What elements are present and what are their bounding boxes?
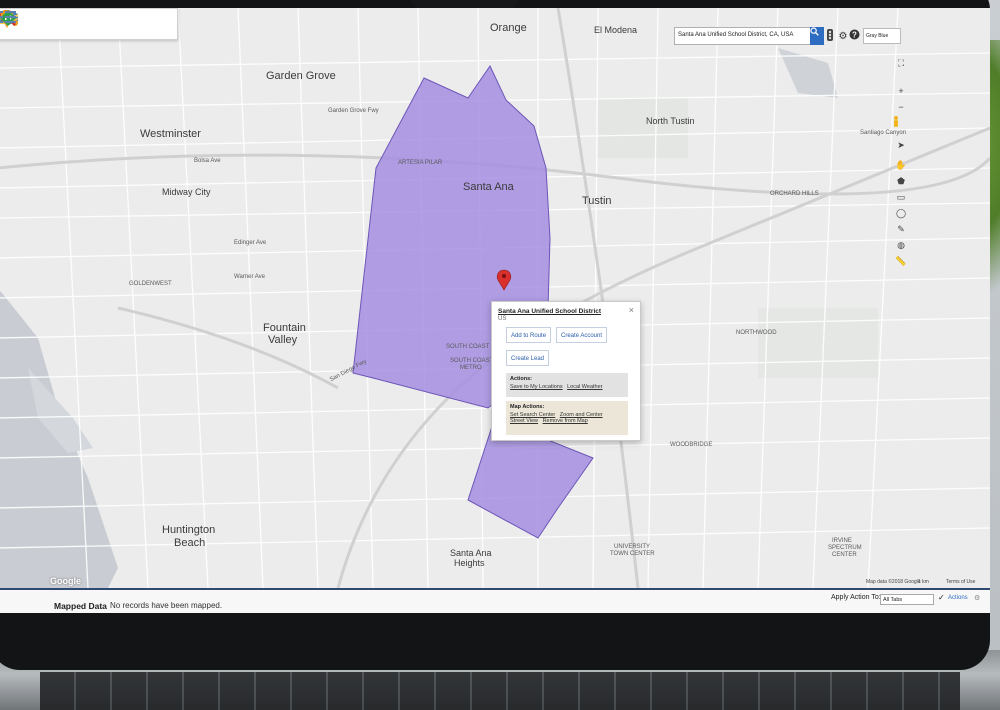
place-beach: Beach (174, 537, 206, 549)
map-toolbar (0, 8, 178, 40)
place-orchard-hills: ORCHARD HILLS (770, 191, 819, 197)
create-lead-button[interactable]: Create Lead (506, 350, 550, 366)
popup-close-icon[interactable]: × (629, 305, 634, 315)
laptop-bezel: Deloitte. (0, 0, 990, 670)
place-woodbridge: WOODBRIDGE (670, 442, 713, 448)
svg-text:?: ? (852, 30, 857, 39)
app-screen: Orange El Modena Garden Grove Westminste… (0, 8, 990, 613)
locate-me-icon[interactable]: ➤ (893, 138, 909, 152)
ruler-icon[interactable]: 📏 (893, 254, 909, 268)
polygon-draw-icon[interactable]: ⬟ (893, 174, 909, 188)
place-artesia-pilar: ARTESIA PILAR (398, 160, 443, 166)
street-warner: Warner Ave (234, 274, 266, 280)
create-account-button[interactable]: Create Account (556, 327, 608, 343)
popup-title[interactable]: Santa Ana Unified School District (498, 308, 634, 315)
street-bolsa: Bolsa Ave (194, 158, 221, 164)
zoom-out-button[interactable]: − (893, 100, 909, 114)
directions-icon[interactable] (0, 10, 147, 36)
apply-check-icon[interactable]: ✓ (938, 593, 945, 602)
place-goldenwest: GOLDENWEST (129, 281, 172, 287)
popup-map-actions-section: Map Actions: Set Search Center Zoom and … (506, 401, 628, 435)
save-to-my-locations-link[interactable]: Save to My Locations (510, 384, 563, 390)
place-irvine-spectrum-1: IRVINE (832, 538, 852, 544)
actions-header: Actions: (510, 376, 532, 382)
place-midway-city: Midway City (162, 187, 211, 197)
place-university-2: TOWN CENTER (610, 551, 655, 557)
place-el-modena: El Modena (594, 25, 638, 35)
place-garden-grove: Garden Grove (266, 70, 336, 82)
mapped-data-title: Mapped Data (54, 601, 107, 611)
map-data-attribution: Map data ©2018 Google (866, 579, 921, 585)
place-northwood: NORTHWOOD (736, 330, 777, 336)
help-icon[interactable]: ? (849, 29, 861, 43)
hand-pan-icon[interactable]: ✋ (893, 158, 909, 172)
globe-icon[interactable]: ◍ (893, 238, 909, 252)
place-south-coast-metro-1: SOUTH COAST (450, 358, 494, 364)
zoom-in-button[interactable]: + (893, 84, 909, 98)
mapped-data-message: No records have been mapped. (110, 601, 223, 610)
map-scale[interactable]: 1 km (918, 579, 929, 585)
place-santiago-canyon: Santiago Canyon (860, 130, 907, 136)
place-orange: Orange (490, 22, 527, 34)
layers-icon[interactable] (0, 10, 57, 36)
terms-of-use-link[interactable]: Terms of Use (946, 579, 975, 585)
rectangle-draw-icon[interactable]: ▭ (893, 190, 909, 204)
pegman-icon[interactable] (893, 116, 909, 130)
mapped-data-bar: Mapped Data No records have been mapped.… (0, 588, 990, 613)
place-fountain: Fountain (263, 322, 306, 334)
location-search-input[interactable]: Santa Ana Unified School District, CA, U… (674, 27, 820, 45)
map-canvas[interactable]: Orange El Modena Garden Grove Westminste… (0, 8, 990, 588)
local-weather-link[interactable]: Local Weather (567, 384, 602, 390)
apply-action-label: Apply Action To: (831, 594, 881, 601)
popup-actions-section: Actions: Save to My Locations Local Weat… (506, 373, 628, 397)
gear-icon[interactable]: ⚙ (837, 29, 849, 43)
location-info-popup: Santa Ana Unified School District US × A… (491, 301, 641, 441)
lasso-draw-icon[interactable]: ✎ (893, 222, 909, 236)
search-icon[interactable] (0, 9, 87, 36)
place-huntington: Huntington (162, 524, 216, 536)
actions-menu-link[interactable]: Actions (948, 595, 968, 601)
photo-scene: Deloitte. (0, 0, 1000, 710)
magnifier-icon (810, 27, 819, 36)
settings-small-icon[interactable]: ⚙ (974, 594, 980, 602)
place-tustin: Tustin (582, 195, 612, 207)
map-base-layer (0, 8, 990, 588)
basemap-select[interactable]: Gray Blue (863, 28, 901, 44)
remove-from-map-link[interactable]: Remove from Map (543, 418, 588, 424)
search-submit-button[interactable] (810, 27, 824, 45)
fullscreen-icon[interactable]: ⛶ (893, 56, 909, 70)
place-irvine-spectrum-2: SPECTRUM (828, 545, 862, 551)
list-icon[interactable] (0, 11, 177, 36)
pin-icon[interactable] (0, 10, 117, 36)
place-south-coast-metro-2: METRO (460, 365, 482, 371)
street-garden-grove-fwy: Garden Grove Fwy (328, 108, 379, 114)
place-south-coast: SOUTH COAST (446, 344, 490, 350)
keyboard (40, 672, 960, 710)
place-santa-ana: Santa Ana (463, 181, 514, 193)
google-logo: Google (50, 576, 81, 586)
street-view-link[interactable]: Street View (510, 418, 538, 424)
place-valley: Valley (268, 334, 298, 346)
map-actions-header: Map Actions: (510, 404, 545, 410)
apply-action-select[interactable]: All Tabs (880, 594, 934, 605)
place-santa-ana-heights-1: Santa Ana (450, 548, 492, 558)
circle-draw-icon[interactable]: ◯ (893, 206, 909, 220)
popup-subtitle: US (498, 316, 507, 322)
place-santa-ana-heights-2: Heights (454, 558, 485, 568)
street-edinger: Edinger Ave (234, 240, 267, 246)
place-north-tustin: North Tustin (646, 116, 695, 126)
place-university-1: UNIVERSITY (614, 544, 651, 550)
place-westminster: Westminster (140, 128, 201, 140)
add-to-route-button[interactable]: Add to Route (506, 327, 552, 343)
place-irvine-spectrum-3: CENTER (832, 552, 857, 558)
